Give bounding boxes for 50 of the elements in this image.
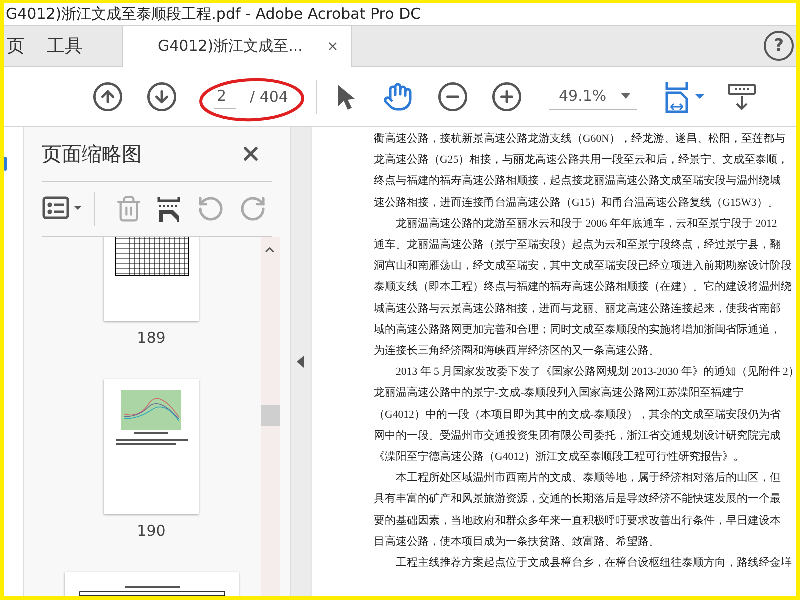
text-line: 工程主线推荐方案起点位于文成县樟台乡，在樟台设枢纽往泰顺方向，路线经金垟 [395,556,793,572]
text-line: 衢高速公路，接杭新景高速公路龙游支线（G60N），经龙游、遂昌、松阳，至莲都与 [374,132,786,147]
text-line: （G4012）中的一段（本项目即为其中的文成-泰顺段），其余的文成至瑞安段仍为省 [374,408,782,423]
options-menu-button[interactable] [42,196,84,222]
text-line: 终点与福建的福寿高速公路相顺接，起点接龙丽温高速公路文成至瑞安段与温州绕城 [374,174,782,190]
next-page-button[interactable] [146,80,178,112]
text-line: 具有丰富的矿产和风景旅游资源，交通的长期落后是导致经济不能快速发展的一个最 [374,492,782,508]
text-line: 本工程所处区域温州市西南片的文成、泰顺等地，属于经济相对落后的山区，但 [395,470,782,486]
text-line: 龙丽温高速公路中的景宁-文成-泰顺段列入国家高速公路网江苏溧阳至福建宁 [374,386,746,402]
active-panel-indicator [4,157,7,171]
page-number: 190 [137,522,166,540]
window-title: G4012)浙江文成至泰顺段工程.pdf - Adobe Acrobat Pro DC [6,4,422,24]
previous-page-button[interactable] [92,80,124,112]
help-button[interactable]: ? [764,31,794,61]
text-line: 网中的一段。受温州市交通投资集团有限公司委托，浙江省交通规划设计研究院完成 [374,428,782,444]
zoom-dropdown[interactable]: 49.1% [549,83,637,110]
text-line: 龙丽温高速公路的龙游至丽水云和段于 2006 年年底通车，云和至景宁段于 2012 [395,216,778,232]
text-line: 泰顺支线（即本工程）终点与福建的福寿高速公路相顺接（在建）。它的建设将温州绕 [374,280,793,296]
text-line: 为连接长三角经济圈和海峡西岸经济区的又一条高速公路。 [374,344,661,360]
page-thumbnail[interactable] [104,379,199,514]
panel-title: 页面缩略图 [42,140,142,168]
nav-tab[interactable]: 页 [4,26,44,66]
scrollbar-thumb[interactable] [261,405,280,426]
nav-tab[interactable]: 工具 [44,26,102,66]
zoom-out-button[interactable] [437,80,469,112]
text-line: 龙高速公路（G25）相接，与丽龙高速公路共用一段至云和后，经景宁、文成至泰顺， [374,152,790,168]
text-line: 速公路相接，进而连接甬台温高速公路（G15）和甬台温高速公路复线（G15W3）。 [374,196,780,211]
scroll-mode-button[interactable] [727,82,757,112]
text-line: 目高速公路，使本项目成为一条扶贫路、致富路、希望路。 [374,534,661,550]
caret-icon [621,93,631,99]
text-line: 洞宫山和南雁荡山，经文成至瑞安，其中文成至瑞安段已经立项进入前期勘察设计阶段 [374,258,793,274]
crop-page-button[interactable] [157,195,181,223]
close-icon[interactable]: × [326,38,339,54]
text-line: 域的高速公路路网更加完善和合理；同时文成至泰顺段的实施将增加浙闽省际通道， [374,322,782,338]
text-line: 2013 年 5 月国家发改委下发了《国家公路网规划 2013-2030 年》的通知（见附件 2） [395,364,796,380]
zoom-in-button[interactable] [491,80,523,112]
text-line: 城高速公路与云景高速公路相接，进而与龙丽、丽龙高速公路连接起来，使我省南部 [374,302,782,317]
page-number: 189 [137,329,166,347]
hand-tool-button[interactable] [383,82,413,112]
page-thumbnail[interactable] [104,237,199,321]
document-tab[interactable]: G4012)浙江文成至... × [122,26,352,67]
text-line: 要的基础因素，当地政府和群众多年来一直积极呼吁要求改善出行条件，早日建设本 [374,514,782,529]
fit-page-button[interactable] [663,80,707,114]
text-line: 通车。龙丽温高速公路（景宁至瑞安段）起点为云和至景宁段终点，经过景宁县，翻 [374,238,782,254]
text-line: 《溧阳至宁德高速公路（G4012）浙江文成至泰顺段工程可行性研究报告》。 [374,450,746,466]
collapse-arrow-icon[interactable] [297,356,304,368]
scrollbar[interactable] [261,237,280,596]
page-total: / 404 [250,88,288,106]
pointer-tool-button[interactable] [335,82,357,110]
page-number-field[interactable]: 2 [214,84,236,109]
